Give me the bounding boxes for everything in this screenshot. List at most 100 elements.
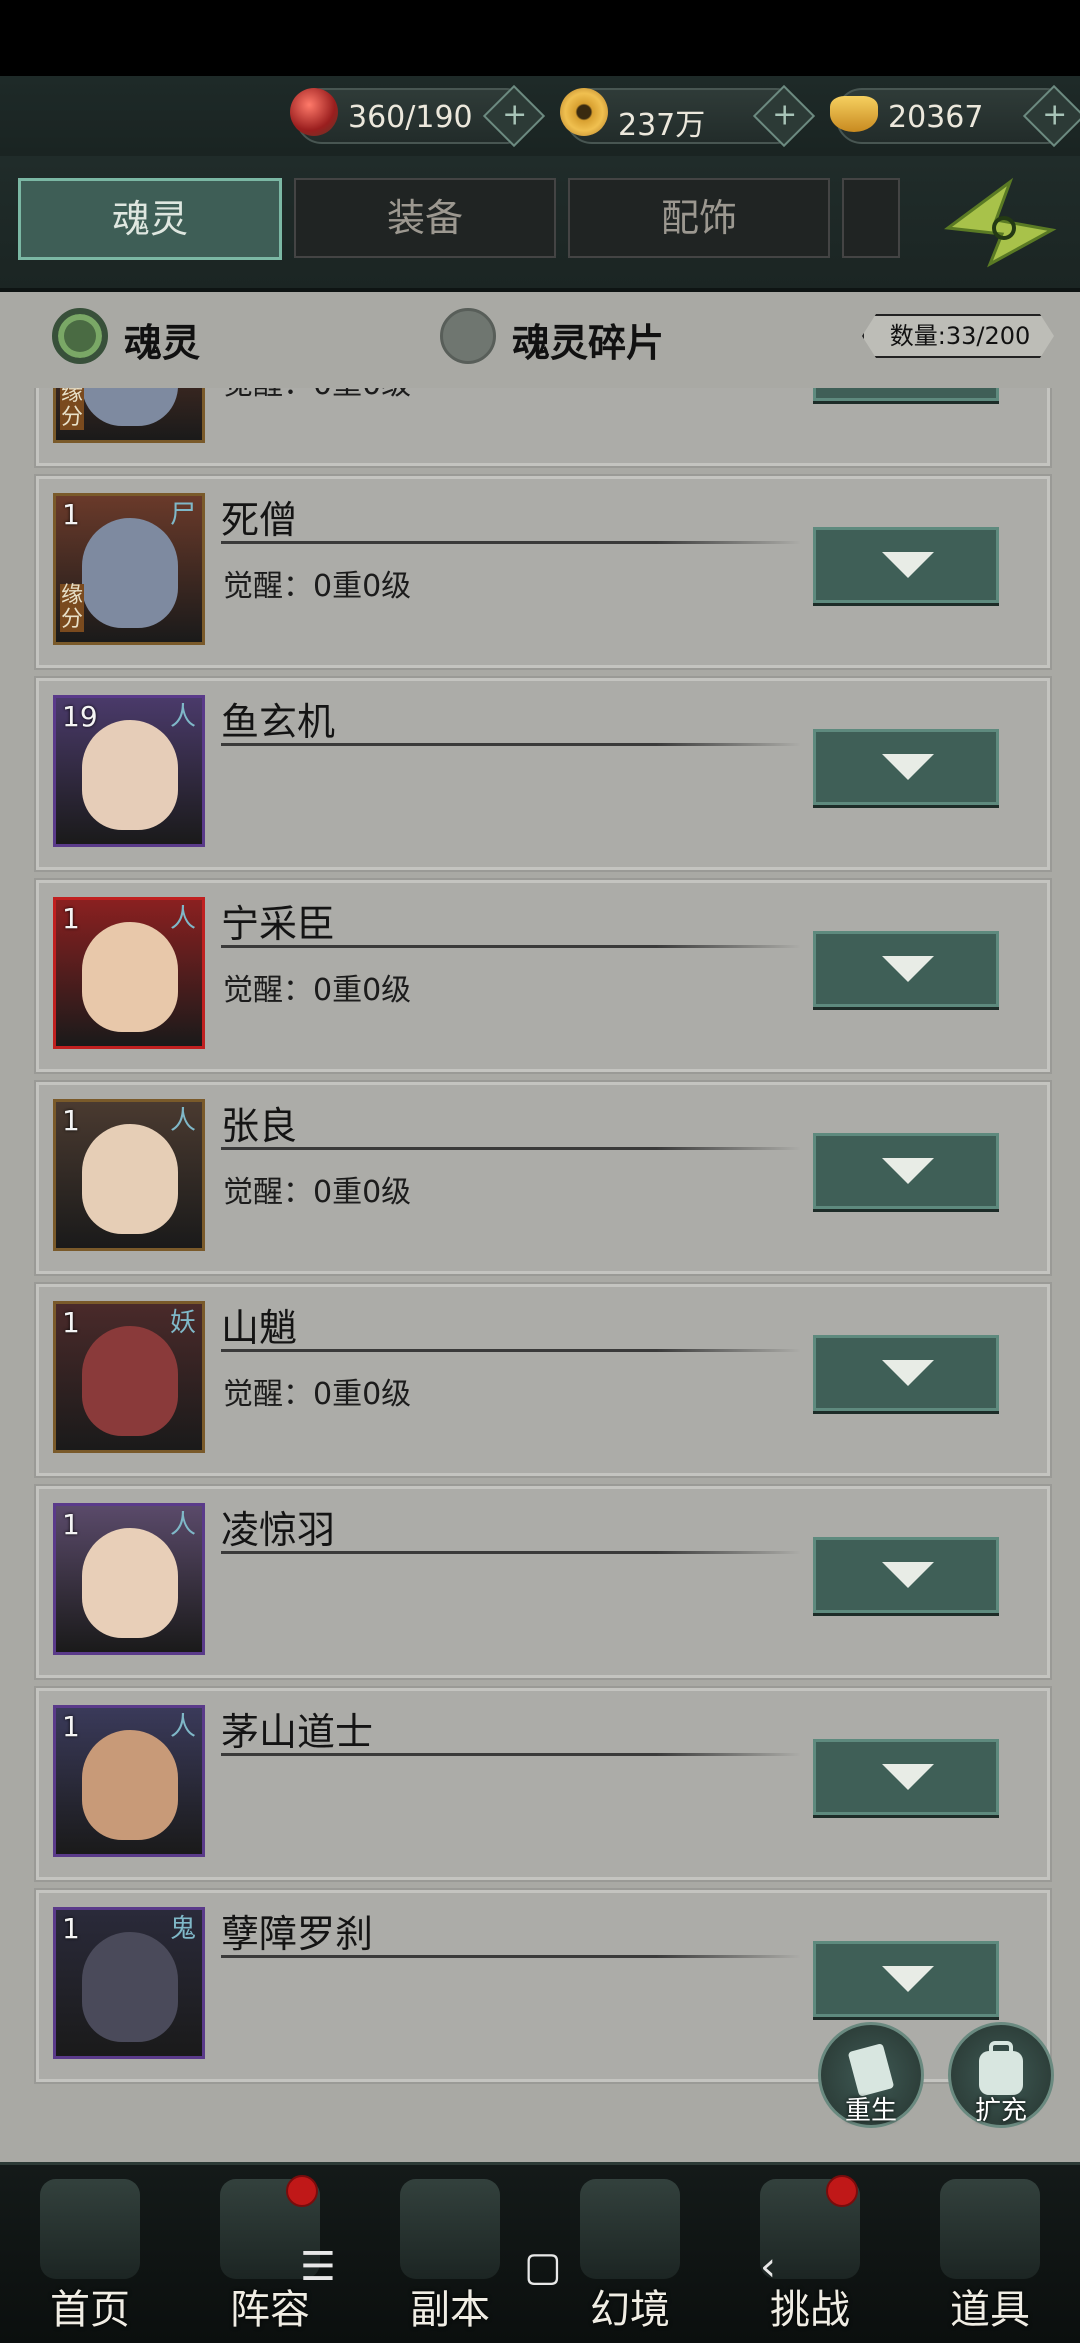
race-badge: 人 bbox=[169, 1712, 196, 1742]
soul-list-item[interactable]: 1尸缘分死僧觉醒：0重0级 bbox=[36, 476, 1050, 668]
tab-equipment[interactable]: 装备 bbox=[294, 178, 556, 258]
expand-dropdown-button[interactable] bbox=[813, 1739, 999, 1815]
character-avatar[interactable]: 1人 bbox=[53, 1705, 205, 1857]
name-divider bbox=[221, 541, 801, 544]
soul-list-item[interactable]: 1 人张良 觉醒：0重0级 bbox=[36, 1082, 1050, 1274]
fate-tag: 缘分 bbox=[60, 388, 84, 430]
chevron-down-icon bbox=[882, 754, 934, 780]
soul-radio-label[interactable]: 魂灵 bbox=[124, 312, 200, 367]
race-badge: 人 bbox=[169, 1510, 196, 1540]
add-resource-button[interactable]: + bbox=[482, 84, 546, 148]
race-badge: 鬼 bbox=[169, 1914, 196, 1944]
portrait-icon bbox=[82, 388, 178, 426]
character-avatar[interactable]: 1人 bbox=[53, 1503, 205, 1655]
race-badge: 人 bbox=[169, 702, 196, 732]
character-avatar[interactable]: 1人 bbox=[53, 897, 205, 1049]
race-badge: 人 bbox=[169, 1106, 196, 1136]
fragment-radio[interactable] bbox=[440, 308, 496, 364]
character-avatar[interactable]: 1人 bbox=[53, 1099, 205, 1251]
nav-item[interactable]: 幻境 bbox=[540, 2165, 720, 2343]
expand-dropdown-button[interactable] bbox=[813, 1537, 999, 1613]
capacity-badge: 数量:33/200 bbox=[862, 314, 1054, 358]
level-label: 1 bbox=[62, 1306, 80, 1339]
character-avatar[interactable]: 1妖 bbox=[53, 1301, 205, 1453]
expand-dropdown-button[interactable] bbox=[813, 388, 999, 401]
level-label: 1 bbox=[62, 902, 80, 935]
soul-radio[interactable] bbox=[52, 308, 108, 364]
add-resource-button[interactable]: + bbox=[1022, 84, 1080, 148]
soul-list-item[interactable]: 19 人鱼玄机 bbox=[36, 678, 1050, 870]
nav-label: 道具 bbox=[950, 2287, 1030, 2333]
soul-stone-icon bbox=[290, 88, 338, 136]
soul-list-item[interactable]: 1尸缘分死僧觉醒：0重0级 bbox=[36, 388, 1050, 466]
portrait-icon bbox=[82, 518, 178, 628]
resource-value: 237万 bbox=[618, 108, 706, 143]
palace-icon bbox=[40, 2179, 140, 2279]
chevron-down-icon bbox=[882, 552, 934, 578]
character-name: 孽障罗刹 bbox=[221, 1912, 374, 1956]
rebirth-label: 重生 bbox=[844, 2096, 897, 2126]
expand-dropdown-button[interactable] bbox=[813, 1335, 999, 1411]
soul-list-item[interactable]: 1 妖山魈 觉醒：0重0级 bbox=[36, 1284, 1050, 1476]
tab-soul[interactable]: 魂灵 bbox=[18, 178, 282, 260]
awakening-text: 觉醒：0重0级 bbox=[223, 1377, 412, 1412]
expand-dropdown-button[interactable] bbox=[813, 931, 999, 1007]
gold-ingot-icon bbox=[830, 96, 878, 132]
resource-gold-ingot[interactable]: 20367 + bbox=[830, 84, 1080, 148]
nav-item[interactable]: 道具 bbox=[900, 2165, 1080, 2343]
nav-item[interactable]: 阵容 bbox=[180, 2165, 360, 2343]
notification-dot bbox=[826, 2175, 858, 2207]
chevron-down-icon bbox=[882, 1764, 934, 1790]
level-label: 1 bbox=[62, 1710, 80, 1743]
resource-value: 20367 bbox=[888, 100, 984, 135]
level-label: 1 bbox=[62, 1104, 80, 1137]
coin-icon bbox=[560, 88, 608, 136]
resource-coin[interactable]: 237万 + bbox=[560, 84, 816, 148]
nav-label: 首页 bbox=[50, 2287, 130, 2333]
portrait-icon bbox=[82, 1932, 178, 2042]
nav-item[interactable]: 挑战 bbox=[720, 2165, 900, 2343]
character-avatar[interactable]: 1尸缘分 bbox=[53, 388, 205, 443]
resource-soul-stone[interactable]: 360/190 + bbox=[290, 84, 546, 148]
level-label: 1 bbox=[62, 1508, 80, 1541]
sword-icon bbox=[400, 2179, 500, 2279]
soul-list-item[interactable]: 1 人宁采臣 觉醒：0重0级 bbox=[36, 880, 1050, 1072]
resource-value: 360/190 bbox=[348, 100, 473, 135]
portrait-icon bbox=[82, 1528, 178, 1638]
expand-dropdown-button[interactable] bbox=[813, 527, 999, 603]
expand-dropdown-button[interactable] bbox=[813, 1133, 999, 1209]
character-name: 宁采臣 bbox=[221, 902, 336, 946]
fragment-radio-label[interactable]: 魂灵碎片 bbox=[512, 312, 664, 367]
soul-list-item[interactable]: 1 人茅山道士 bbox=[36, 1688, 1050, 1880]
add-resource-button[interactable]: + bbox=[752, 84, 816, 148]
rebirth-button[interactable]: 重生 bbox=[818, 2022, 924, 2128]
character-avatar[interactable]: 19 人 bbox=[53, 695, 205, 847]
chevron-down-icon bbox=[882, 1966, 934, 1992]
expand-dropdown-button[interactable] bbox=[813, 1941, 999, 2017]
soul-list-item[interactable]: 1 人凌惊羽 bbox=[36, 1486, 1050, 1678]
race-badge: 人 bbox=[169, 904, 196, 934]
race-badge: 妖 bbox=[169, 1308, 196, 1338]
nav-item[interactable]: 首页 bbox=[0, 2165, 180, 2343]
character-name: 茅山道士 bbox=[221, 1710, 374, 1754]
chevron-down-icon bbox=[882, 1562, 934, 1588]
character-avatar[interactable]: 1鬼 bbox=[53, 1907, 205, 2059]
tab-more[interactable] bbox=[842, 178, 900, 258]
back-emblem-icon[interactable] bbox=[940, 172, 1060, 272]
character-avatar[interactable]: 1尸缘分 bbox=[53, 493, 205, 645]
name-divider bbox=[221, 1349, 801, 1352]
plus-icon: + bbox=[772, 97, 798, 133]
soul-list[interactable]: 1尸缘分死僧觉醒：0重0级1尸缘分死僧觉醒：0重0级19人鱼玄机1人宁采臣觉醒：… bbox=[0, 388, 1080, 2162]
character-name: 凌惊羽 bbox=[221, 1508, 336, 1552]
portrait-icon bbox=[82, 720, 178, 830]
tab-accessory[interactable]: 配饰 bbox=[568, 178, 830, 258]
expand-button[interactable]: 扩充 bbox=[948, 2022, 1054, 2128]
resource-bar: 360/190 + 237万 + 20367 + bbox=[0, 76, 1080, 158]
tab-bar: 魂灵 装备 配饰 bbox=[0, 156, 1080, 292]
expand-dropdown-button[interactable] bbox=[813, 729, 999, 805]
nav-item[interactable]: 副本 bbox=[360, 2165, 540, 2343]
nav-label: 挑战 bbox=[770, 2287, 850, 2333]
awakening-text: 觉醒：0重0级 bbox=[223, 569, 412, 604]
level-label: 1 bbox=[62, 498, 80, 531]
character-name: 死僧 bbox=[221, 498, 298, 542]
